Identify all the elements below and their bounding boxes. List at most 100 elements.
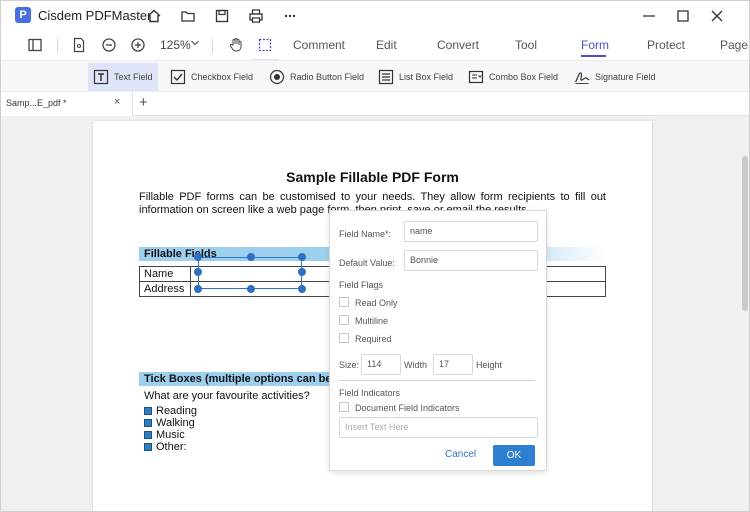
document-tab-label: Samp...E_pdf *: [6, 98, 67, 108]
page-view-icon[interactable]: [67, 33, 91, 57]
sidebar-toggle-icon[interactable]: [23, 33, 47, 57]
table-column-divider: [190, 267, 191, 296]
combo-box-field-tool[interactable]: Combo Box Field: [463, 63, 563, 91]
close-icon[interactable]: [706, 5, 728, 27]
required-checkbox[interactable]: [339, 333, 349, 343]
more-icon[interactable]: [279, 5, 301, 27]
popup-divider: [339, 380, 535, 381]
zoom-out-icon[interactable]: [97, 33, 121, 57]
main-toolbar: 125% Comment Edit Convert Tool Form Prot…: [1, 30, 749, 88]
field-name-label: Field Name*:: [339, 229, 392, 239]
resize-handle[interactable]: [194, 285, 202, 293]
list-item[interactable]: Other:: [144, 440, 187, 453]
checkbox-square-icon[interactable]: [144, 442, 152, 451]
checkbox-field-label: Checkbox Field: [191, 72, 254, 82]
read-only-label: Read Only: [355, 298, 398, 308]
active-tab-indicator: [581, 55, 606, 57]
row-label-address: Address: [144, 283, 185, 295]
cancel-button[interactable]: Cancel: [445, 449, 476, 460]
list-box-field-tool[interactable]: List Box Field: [373, 63, 458, 91]
option-label: Music: [156, 428, 185, 441]
option-label: Other:: [156, 440, 187, 453]
checkbox-icon: [170, 69, 186, 85]
tab-edit[interactable]: Edit: [376, 38, 397, 52]
marquee-select-icon[interactable]: [253, 33, 277, 57]
app-logo-icon: P: [15, 7, 31, 23]
print-icon[interactable]: [245, 5, 267, 27]
title-bar: P Cisdem PDFMaster: [1, 1, 749, 30]
text-field-icon: [93, 69, 109, 85]
radio-button-field-tool[interactable]: Radio Button Field: [264, 63, 369, 91]
document-tab-bar: Samp...E_pdf * × +: [1, 92, 749, 116]
zoom-in-icon[interactable]: [126, 33, 150, 57]
field-name-input[interactable]: name: [404, 221, 538, 242]
app-window: P Cisdem PDFMaster 125% Comment Edit Con…: [0, 0, 750, 512]
width-label: Width: [404, 360, 428, 370]
combo-box-icon: [468, 70, 484, 84]
hand-tool-icon[interactable]: [224, 33, 248, 57]
chevron-down-icon[interactable]: [190, 38, 200, 48]
signature-field-label: Signature Field: [595, 72, 656, 82]
minimize-icon[interactable]: [638, 5, 660, 27]
required-label: Required: [355, 334, 392, 344]
close-tab-icon[interactable]: ×: [114, 96, 120, 108]
resize-handle[interactable]: [298, 253, 306, 261]
resize-handle[interactable]: [247, 253, 255, 261]
text-field-label: Text Field: [114, 72, 153, 82]
toolbar-divider: [212, 38, 213, 53]
checkbox-square-icon[interactable]: [144, 406, 152, 415]
document-tab[interactable]: Samp...E_pdf * ×: [1, 92, 133, 116]
option-label: Reading: [156, 404, 197, 417]
activities-question: What are your favourite activities?: [144, 390, 310, 402]
save-icon[interactable]: [211, 5, 233, 27]
add-tab-icon[interactable]: +: [139, 94, 148, 111]
resize-handle[interactable]: [194, 268, 202, 276]
resize-handle[interactable]: [194, 253, 202, 261]
field-flags-label: Field Flags: [339, 280, 384, 290]
maximize-icon[interactable]: [672, 5, 694, 27]
read-only-checkbox[interactable]: [339, 297, 349, 307]
width-input[interactable]: 17: [433, 354, 473, 375]
checkbox-square-icon[interactable]: [144, 430, 152, 439]
form-toolbar: Text Field Checkbox Field Radio Button F…: [1, 60, 749, 92]
tab-protect[interactable]: Protect: [647, 38, 685, 52]
resize-handle[interactable]: [298, 285, 306, 293]
ok-button[interactable]: OK: [493, 445, 535, 466]
tab-comment[interactable]: Comment: [293, 38, 345, 52]
signature-field-tool[interactable]: Signature Field: [569, 63, 661, 91]
resize-handle[interactable]: [247, 285, 255, 293]
default-value-label: Default Value:: [339, 258, 395, 268]
document-field-indicators-checkbox[interactable]: [339, 402, 349, 412]
multiline-checkbox[interactable]: [339, 315, 349, 325]
radio-button-icon: [269, 69, 285, 85]
app-title: Cisdem PDFMaster: [38, 8, 152, 23]
tab-convert[interactable]: Convert: [437, 38, 479, 52]
insert-text-input[interactable]: Insert Text Here: [339, 417, 538, 438]
toolbar-divider: [57, 38, 58, 53]
list-box-icon: [378, 69, 394, 85]
document-field-indicators-label: Document Field Indicators: [355, 403, 460, 413]
resize-handle[interactable]: [298, 268, 306, 276]
row-label-name: Name: [144, 268, 174, 280]
field-properties-popup: Field Name*: name Default Value: Bonnie …: [329, 210, 547, 471]
home-icon[interactable]: [143, 5, 165, 27]
tab-form[interactable]: Form: [581, 38, 609, 52]
text-field-tool[interactable]: Text Field: [88, 63, 158, 91]
folder-icon[interactable]: [177, 5, 199, 27]
vertical-scrollbar[interactable]: [742, 156, 748, 311]
size-label: Size:: [339, 360, 360, 370]
combo-box-field-label: Combo Box Field: [489, 72, 559, 82]
signature-icon: [574, 72, 590, 84]
checkbox-field-tool[interactable]: Checkbox Field: [165, 63, 258, 91]
size-input[interactable]: 114: [361, 354, 401, 375]
tab-tool[interactable]: Tool: [515, 38, 537, 52]
tab-page[interactable]: Page: [720, 38, 748, 52]
pdf-title: Sample Fillable PDF Form: [286, 169, 459, 185]
option-label: Walking: [156, 416, 195, 429]
zoom-level[interactable]: 125%: [160, 38, 191, 52]
default-value-input[interactable]: Bonnie: [404, 250, 538, 271]
checkbox-square-icon[interactable]: [144, 418, 152, 427]
multiline-label: Multiline: [355, 316, 389, 326]
field-indicators-label: Field Indicators: [339, 388, 401, 398]
height-label: Height: [476, 360, 503, 370]
